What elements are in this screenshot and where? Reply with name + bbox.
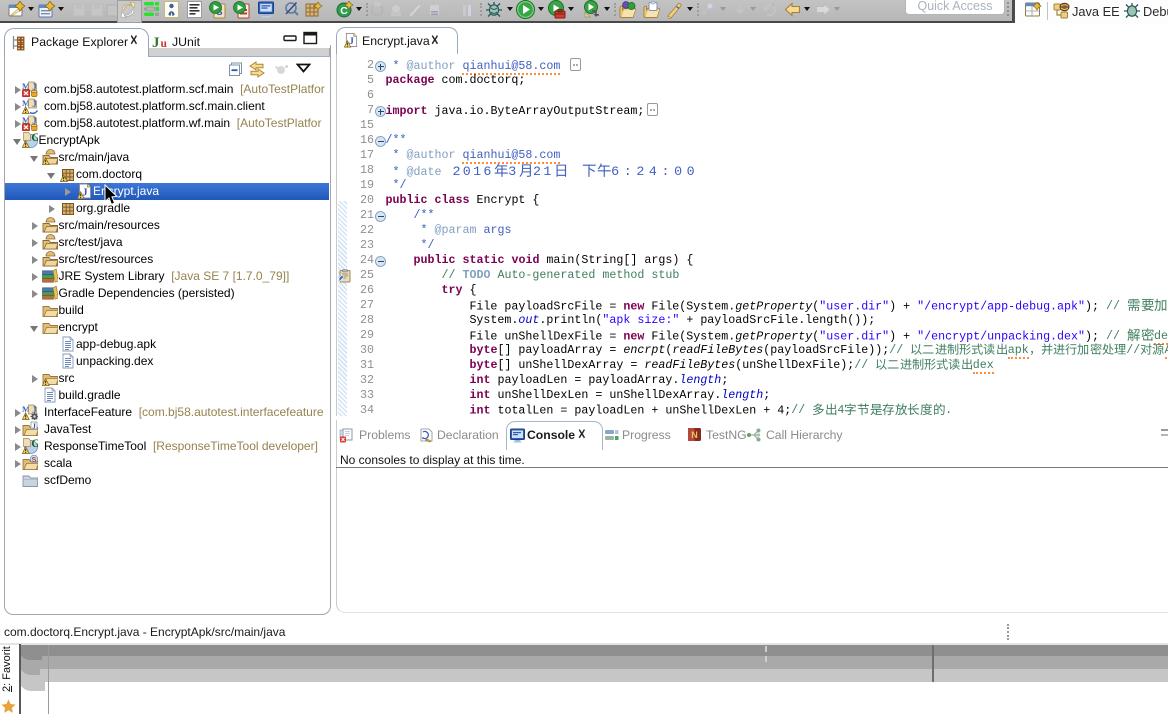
- svg-text:J: J: [32, 99, 37, 109]
- svg-text:J: J: [32, 422, 36, 431]
- svg-text:C: C: [340, 5, 348, 17]
- svg-text:G: G: [31, 132, 38, 144]
- svg-text:N: N: [691, 430, 698, 440]
- svg-text:S: S: [31, 455, 36, 464]
- svg-text:G: G: [31, 438, 38, 450]
